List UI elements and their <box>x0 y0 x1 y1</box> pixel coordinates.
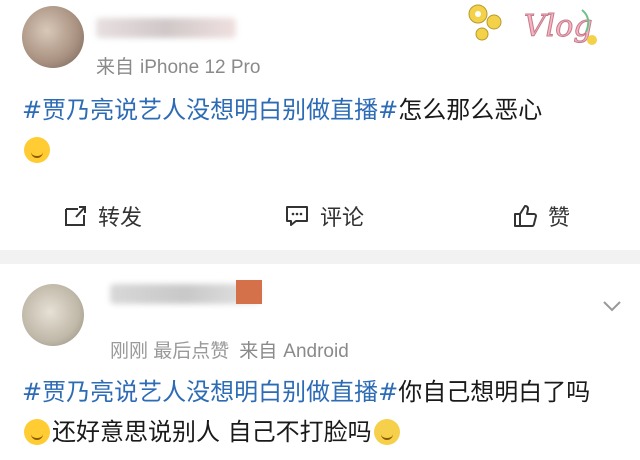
thumbs-up-icon <box>514 205 537 227</box>
avatar[interactable] <box>22 6 84 68</box>
like-button[interactable]: 赞 <box>512 196 570 236</box>
hashtag-link[interactable]: #贾乃亮说艺人没想明白别做直播# <box>22 378 398 406</box>
post-content: #贾乃亮说艺人没想明白别做直播#怎么那么恶心 <box>22 90 618 170</box>
post-1: 来自 iPhone 12 Pro Vlog #贾乃亮说艺人没想明白别做直播#怎么那… <box>0 0 640 250</box>
redaction-block <box>236 280 262 304</box>
avatar[interactable] <box>22 284 84 346</box>
vlog-sticker: Vlog <box>468 4 597 45</box>
like-label: 赞 <box>548 206 571 231</box>
thinking-emoji-icon <box>24 137 50 163</box>
username-blurred[interactable] <box>96 18 236 38</box>
source-prefix: 来自 <box>96 57 135 78</box>
source-prefix: 来自 <box>239 341 278 362</box>
post-time: 刚刚 最后点赞 <box>110 341 230 362</box>
repost-icon <box>65 206 86 226</box>
post-text-2: 还好意思说别人 自己不打脸吗 <box>52 418 372 446</box>
comment-button[interactable]: 评论 <box>284 196 364 236</box>
post-2: 刚刚 最后点赞 来自 Android #贾乃亮说艺人没想明白别做直播#你自己想明白了… <box>0 264 640 460</box>
post-content: #贾乃亮说艺人没想明白别做直播#你自己想明白了吗还好意思说别人 自己不打脸吗 <box>22 372 618 452</box>
post-divider <box>0 250 640 264</box>
repost-label: 转发 <box>98 206 143 231</box>
post-text: 怎么那么恶心 <box>398 96 543 124</box>
source-device: iPhone 12 Pro <box>140 57 261 78</box>
sweat-emoji-icon <box>373 419 400 445</box>
source-device: Android <box>283 341 349 362</box>
comment-icon <box>286 206 308 226</box>
post-meta: 来自 iPhone 12 Pro <box>96 52 260 79</box>
chevron-down-icon[interactable] <box>602 300 622 312</box>
laughing-emoji-icon <box>24 419 50 445</box>
repost-button[interactable]: 转发 <box>62 196 142 236</box>
action-bar: 转发 评论 赞 <box>0 196 640 236</box>
comment-label: 评论 <box>320 206 365 231</box>
hashtag-link[interactable]: #贾乃亮说艺人没想明白别做直播# <box>22 96 398 124</box>
post-meta: 刚刚 最后点赞 来自 Android <box>110 336 349 363</box>
sticker-text: Vlog <box>524 9 593 44</box>
post-text: 你自己想明白了吗 <box>398 378 591 406</box>
